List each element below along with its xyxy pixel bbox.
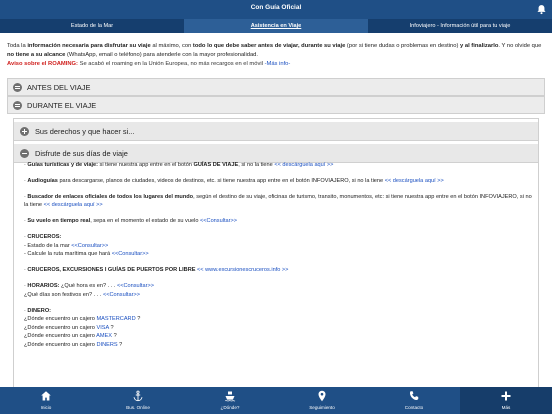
roaming-label: Aviso sobre el ROAMING: <box>7 61 78 68</box>
nav-mas[interactable]: Más <box>460 387 552 414</box>
item-audioguias: · Audioguías para descargarse, planos de… <box>24 177 444 184</box>
festivos-consultar-link[interactable]: <<Consultar>> <box>103 292 140 298</box>
collapse-toggle-icon <box>13 101 22 110</box>
main-content: Toda la información necesaria para disfr… <box>0 33 552 387</box>
nav-inicio[interactable]: Inicio <box>0 387 92 414</box>
item-vuelo: · Su vuelo en tiempo real, sepa en el mo… <box>24 218 238 225</box>
collapse-toggle-icon <box>13 83 22 92</box>
accordion-durante-el-viaje[interactable]: DURANTE EL VIAJE <box>7 96 545 114</box>
item-guias: · Guías turísticas y de viaje: si tiene … <box>24 162 334 168</box>
item-horarios-hora: · HORARIOS: ¿Qué hora es en? . . . <<Con… <box>24 283 154 290</box>
item-cruceros-heading: · CRUCEROS: <box>24 234 62 241</box>
item-cajero-diners: ¿Dónde encuentro un cajero DINERS ? <box>24 341 123 348</box>
item-buscador: · Buscador de enlaces oficiales de todos… <box>24 193 532 209</box>
phone-icon <box>409 391 419 401</box>
nav-seguimiento[interactable]: Seguimiento <box>276 387 368 414</box>
item-excursiones: · CRUCEROS, EXCURSIONES I GUÍAS DE PUERT… <box>24 267 289 274</box>
nav-contacto[interactable]: Contacto <box>368 387 460 414</box>
ship-icon <box>225 391 236 402</box>
tab-infoviajero[interactable]: Infoviajero - Información útil para tu v… <box>368 19 552 33</box>
anchor-icon <box>133 390 143 402</box>
bottom-nav: Inicio Bus. Online ¿Dónde? Seguimiento C… <box>0 387 552 414</box>
item-horarios-festivos: ¿Qué días son festivos en? . . . <<Consu… <box>24 291 140 298</box>
mastercard-link[interactable]: MASTERCARD <box>96 316 135 322</box>
buscador-download-link[interactable]: << descárguela aquí >> <box>44 202 103 208</box>
roaming-notice: Aviso sobre el ROAMING: Se acabó el roam… <box>7 61 291 68</box>
tab-asistencia-viaje[interactable]: Asistencia en Viaje <box>184 19 368 33</box>
item-cruceros-estado: - Estado de la mar <<Consultar>> <box>24 242 109 249</box>
item-cajero-amex: ¿Dónde encuentro un cajero AMEX ? <box>24 333 117 340</box>
hora-consultar-link[interactable]: <<Consultar>> <box>117 283 154 289</box>
excursiones-link[interactable]: << www.excursionescruceros.info >> <box>197 267 288 273</box>
guias-download-link[interactable]: << descárguela aquí >> <box>274 162 333 168</box>
expand-icon <box>20 127 29 136</box>
accordion-antes-del-viaje[interactable]: ANTES DEL VIAJE <box>7 78 545 96</box>
nav-donde[interactable]: ¿Dónde? <box>184 387 276 414</box>
accordion-sus-derechos[interactable]: Sus derechos y que hacer si... <box>14 122 538 141</box>
nav-bus-online[interactable]: Bus. Online <box>92 387 184 414</box>
ruta-consultar-link[interactable]: <<Consultar>> <box>112 251 149 257</box>
item-cajero-mastercard: ¿Dónde encuentro un cajero MASTERCARD ? <box>24 316 141 323</box>
tab-bar: Estado de la Mar Asistencia en Viaje Inf… <box>0 19 552 33</box>
item-dinero-heading: · DINERO: <box>24 307 52 314</box>
app-header: Con Guía Oficial <box>0 0 552 19</box>
home-icon <box>41 391 51 401</box>
durante-viaje-panel: Sus derechos y que hacer si... Disfrute … <box>13 118 539 387</box>
plus-icon <box>501 391 511 401</box>
disfrute-details: · Guías turísticas y de viaje: si tiene … <box>24 161 532 350</box>
diners-link[interactable]: DINERS <box>96 342 117 348</box>
visa-link[interactable]: VISA <box>96 325 108 331</box>
tab-estado-mar[interactable]: Estado de la Mar <box>0 19 184 33</box>
roaming-more-info-link[interactable]: -Más info- <box>265 61 291 67</box>
vuelo-consultar-link[interactable]: <<Consultar>> <box>200 218 237 224</box>
item-cruceros-ruta: - Calcule la ruta marítima que hará <<Co… <box>24 251 149 258</box>
intro-text: Toda la información necesaria para disfr… <box>7 43 542 59</box>
app-title: Con Guía Oficial <box>250 4 302 11</box>
audioguias-download-link[interactable]: << descárguela aquí >> <box>385 178 444 184</box>
location-pin-icon <box>318 390 326 402</box>
estado-mar-consultar-link[interactable]: <<Consultar>> <box>71 243 108 249</box>
collapse-icon <box>20 149 29 158</box>
item-cajero-visa: ¿Dónde encuentro un cajero VISA ? <box>24 324 114 331</box>
amex-link[interactable]: AMEX <box>96 333 112 339</box>
bell-icon[interactable] <box>536 4 547 15</box>
